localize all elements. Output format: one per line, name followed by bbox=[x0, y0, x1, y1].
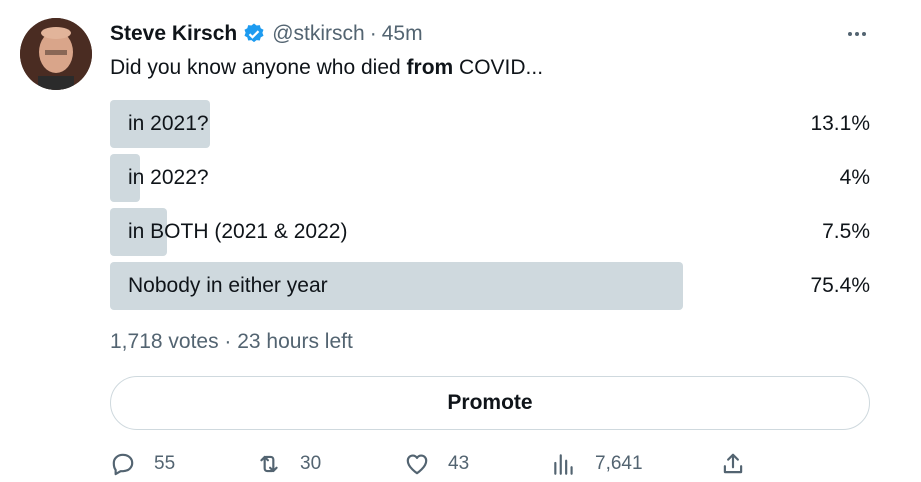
action-bar: 55 30 43 7,641 bbox=[110, 446, 870, 482]
poll-option-label: in 2021? bbox=[128, 112, 209, 135]
tweet-text-bold: from bbox=[406, 56, 454, 79]
poll-option-label: Nobody in either year bbox=[128, 274, 328, 297]
tweet-text-after: COVID... bbox=[453, 56, 544, 79]
poll-option-percent: 75.4% bbox=[810, 274, 870, 297]
poll: in 2021? 13.1% in 2022? 4% in BOTH (2021… bbox=[110, 100, 870, 316]
views-icon bbox=[554, 454, 573, 475]
views-button[interactable]: 7,641 bbox=[551, 446, 643, 482]
author-handle[interactable]: @stkirsch bbox=[272, 22, 365, 46]
poll-option-percent: 7.5% bbox=[822, 220, 870, 243]
verified-badge-icon[interactable] bbox=[242, 22, 266, 46]
reply-count: 55 bbox=[154, 453, 176, 474]
poll-option-percent: 13.1% bbox=[810, 112, 870, 135]
poll-meta: 1,718 votes · 23 hours left bbox=[110, 330, 353, 353]
poll-option: in BOTH (2021 & 2022) 7.5% bbox=[110, 208, 870, 256]
like-button[interactable]: 43 bbox=[404, 446, 469, 482]
reply-icon bbox=[112, 453, 134, 476]
like-count: 43 bbox=[448, 453, 470, 474]
tweet-header: Steve Kirsch @stkirsch · 45m bbox=[110, 20, 423, 48]
poll-option-label: in 2022? bbox=[128, 166, 209, 189]
share-button[interactable] bbox=[720, 446, 764, 482]
poll-option-percent: 4% bbox=[839, 166, 870, 189]
author-name[interactable]: Steve Kirsch bbox=[110, 22, 237, 46]
retweet-icon bbox=[260, 455, 278, 473]
retweet-count: 30 bbox=[300, 453, 322, 474]
avatar[interactable] bbox=[20, 18, 92, 90]
views-count: 7,641 bbox=[595, 453, 643, 474]
reply-button[interactable]: 55 bbox=[110, 446, 175, 482]
tweet-text: Did you know anyone who died from COVID.… bbox=[110, 56, 543, 80]
poll-option: in 2022? 4% bbox=[110, 154, 870, 202]
poll-option-label: in BOTH (2021 & 2022) bbox=[128, 220, 348, 243]
poll-option: Nobody in either year 75.4% bbox=[110, 262, 870, 310]
retweet-button[interactable]: 30 bbox=[256, 446, 321, 482]
promote-button[interactable]: Promote bbox=[110, 376, 870, 430]
separator: · bbox=[369, 22, 377, 45]
timestamp[interactable]: 45m bbox=[382, 22, 423, 46]
more-icon[interactable] bbox=[842, 22, 872, 46]
like-icon bbox=[406, 454, 428, 475]
tweet-text-before: Did you know anyone who died bbox=[110, 56, 407, 79]
poll-option: in 2021? 13.1% bbox=[110, 100, 870, 148]
share-icon bbox=[723, 453, 743, 474]
